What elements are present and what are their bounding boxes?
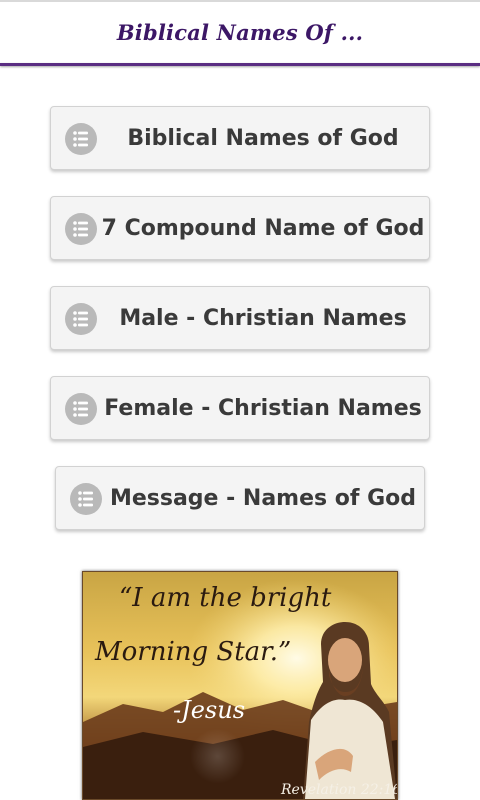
menu-button-biblical-names-of-god[interactable]: Biblical Names of God xyxy=(50,106,430,170)
menu-button-male-christian-names[interactable]: Male - Christian Names xyxy=(50,286,430,350)
app-header: Biblical Names Of ... xyxy=(0,2,480,63)
scripture-reference: Revelation 22:16 xyxy=(280,782,397,798)
header-divider xyxy=(0,63,480,66)
promo-image[interactable]: “I am the bright Morning Star.” -Jesus R… xyxy=(82,571,398,800)
menu-button-label: Female - Christian Names xyxy=(104,395,422,421)
list-icon xyxy=(65,303,97,335)
menu-button-female-christian-names[interactable]: Female - Christian Names xyxy=(50,376,430,440)
menu-button-label: 7 Compound Name of God xyxy=(101,215,425,241)
list-icon xyxy=(65,123,97,155)
app-title: Biblical Names Of ... xyxy=(116,20,364,45)
menu-button-label: Biblical Names of God xyxy=(127,125,399,151)
list-icon xyxy=(65,393,97,425)
quote-line-1: “I am the bright xyxy=(119,583,332,613)
quote-line-2: Morning Star.” xyxy=(94,637,291,667)
quote-attribution: -Jesus xyxy=(173,696,245,724)
list-icon xyxy=(65,213,97,245)
menu-button-label: Message - Names of God xyxy=(109,485,417,511)
list-icon xyxy=(70,483,102,515)
menu-button-label: Male - Christian Names xyxy=(119,305,407,331)
menu-button-message-names-of-god[interactable]: Message - Names of God xyxy=(55,466,425,530)
menu-button-compound-name-of-god[interactable]: 7 Compound Name of God xyxy=(50,196,430,260)
